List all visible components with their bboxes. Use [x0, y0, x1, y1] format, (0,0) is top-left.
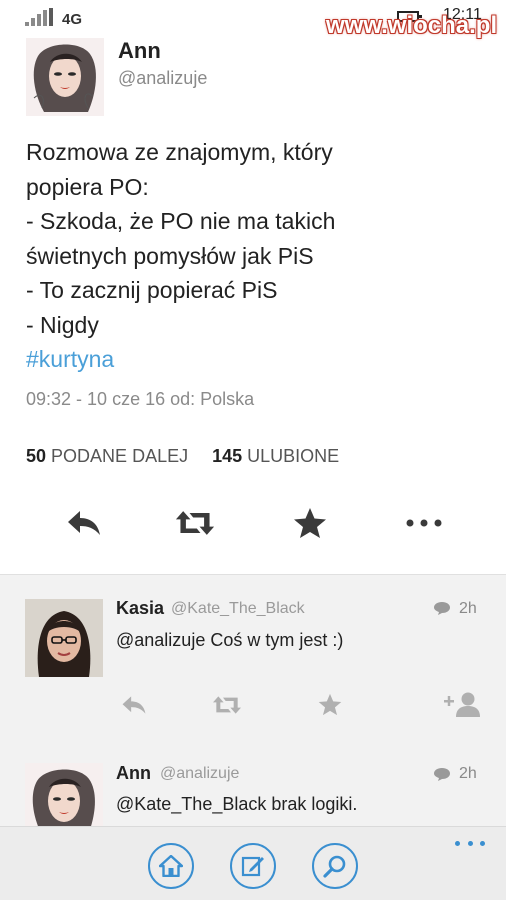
- reply-text: @Kate_The_Black brak logiki.: [116, 794, 358, 814]
- reply-icon: [122, 696, 146, 714]
- tweet-actions: [0, 503, 506, 543]
- reply-actions: [0, 691, 506, 721]
- author-handle[interactable]: @analizuje: [118, 68, 207, 89]
- retweet-button[interactable]: [212, 695, 242, 720]
- tweet-line: popiera PO:: [26, 173, 149, 200]
- tweet-line: Rozmowa ze znajomym, który: [26, 139, 333, 165]
- tweet-timestamp: 09:32 - 10 cze 16 od: Polska: [26, 389, 255, 409]
- retweet-button[interactable]: [175, 503, 215, 543]
- favorite-button[interactable]: [290, 503, 330, 543]
- avatar-illustration: [25, 763, 103, 826]
- chat-bubble-icon: [434, 602, 450, 615]
- retweets-label: PODANE DALEJ: [51, 446, 189, 466]
- likes-label: ULUBIONE: [247, 446, 340, 466]
- compose-icon: [241, 856, 264, 877]
- tweet-stats: 50 PODANE DALEJ 145 ULUBIONE: [26, 446, 339, 467]
- avatar[interactable]: [26, 38, 104, 116]
- home-icon: [159, 855, 183, 877]
- search-icon: [323, 855, 346, 878]
- avatar[interactable]: [25, 763, 103, 826]
- status-bar: 4G 12:11 www.wiocha.pl: [0, 0, 506, 39]
- reply-author-name[interactable]: Ann: [116, 763, 151, 784]
- likes-count: 145: [212, 446, 243, 466]
- add-user-icon: [444, 692, 480, 717]
- avatar-illustration: [26, 38, 104, 116]
- reply-author-handle[interactable]: @Kate_The_Black: [171, 600, 305, 618]
- tweet-line: - Szkoda, że PO nie ma takich: [26, 208, 336, 234]
- tweet-line: - To zacznij popierać PiS: [26, 277, 278, 303]
- app-bar: [0, 826, 506, 900]
- retweets-count: 50: [26, 446, 47, 466]
- avatar-photo: [25, 599, 103, 677]
- reply-time: 2h: [459, 600, 477, 617]
- chat-bubble-icon: [434, 768, 450, 781]
- star-icon: [318, 693, 342, 716]
- reply-time: 2h: [459, 765, 477, 782]
- replies-list: Kasia @Kate_The_Black 2h @analizuje Coś …: [0, 574, 506, 826]
- star-icon: [294, 508, 326, 538]
- network-type: 4G: [62, 11, 83, 28]
- reply-text: @analizuje Coś w tym jest :): [116, 630, 344, 650]
- more-options-button[interactable]: [404, 503, 444, 543]
- home-button[interactable]: [148, 843, 194, 889]
- watermark: www.wiocha.pl: [326, 12, 498, 39]
- search-button[interactable]: [312, 843, 358, 889]
- tweet-line: świetnych pomysłów jak PiS: [26, 242, 314, 269]
- retweet-icon: [175, 511, 215, 535]
- hashtag-link[interactable]: #kurtyna: [26, 342, 486, 377]
- likes-stat[interactable]: 145 ULUBIONE: [212, 446, 339, 466]
- more-icon: [406, 519, 442, 527]
- retweet-icon: [213, 696, 241, 714]
- tweet-text: Rozmowa ze znajomym, który popiera PO: -…: [26, 135, 486, 377]
- tweet-line: - Nigdy: [26, 311, 99, 338]
- favorite-button[interactable]: [318, 693, 342, 721]
- more-icon[interactable]: [455, 841, 485, 851]
- reply-button[interactable]: [64, 503, 104, 543]
- reply-icon: [68, 511, 100, 535]
- retweets-stat[interactable]: 50 PODANE DALEJ: [26, 446, 188, 466]
- follow-button[interactable]: [444, 691, 482, 722]
- reply-author-handle[interactable]: @analizuje: [160, 765, 239, 783]
- signal-strength-icon: [25, 8, 55, 26]
- author-name[interactable]: Ann: [118, 38, 161, 64]
- reply-button[interactable]: [121, 695, 147, 720]
- reply-author-name[interactable]: Kasia: [116, 598, 164, 619]
- avatar[interactable]: [25, 599, 103, 677]
- compose-button[interactable]: [230, 843, 276, 889]
